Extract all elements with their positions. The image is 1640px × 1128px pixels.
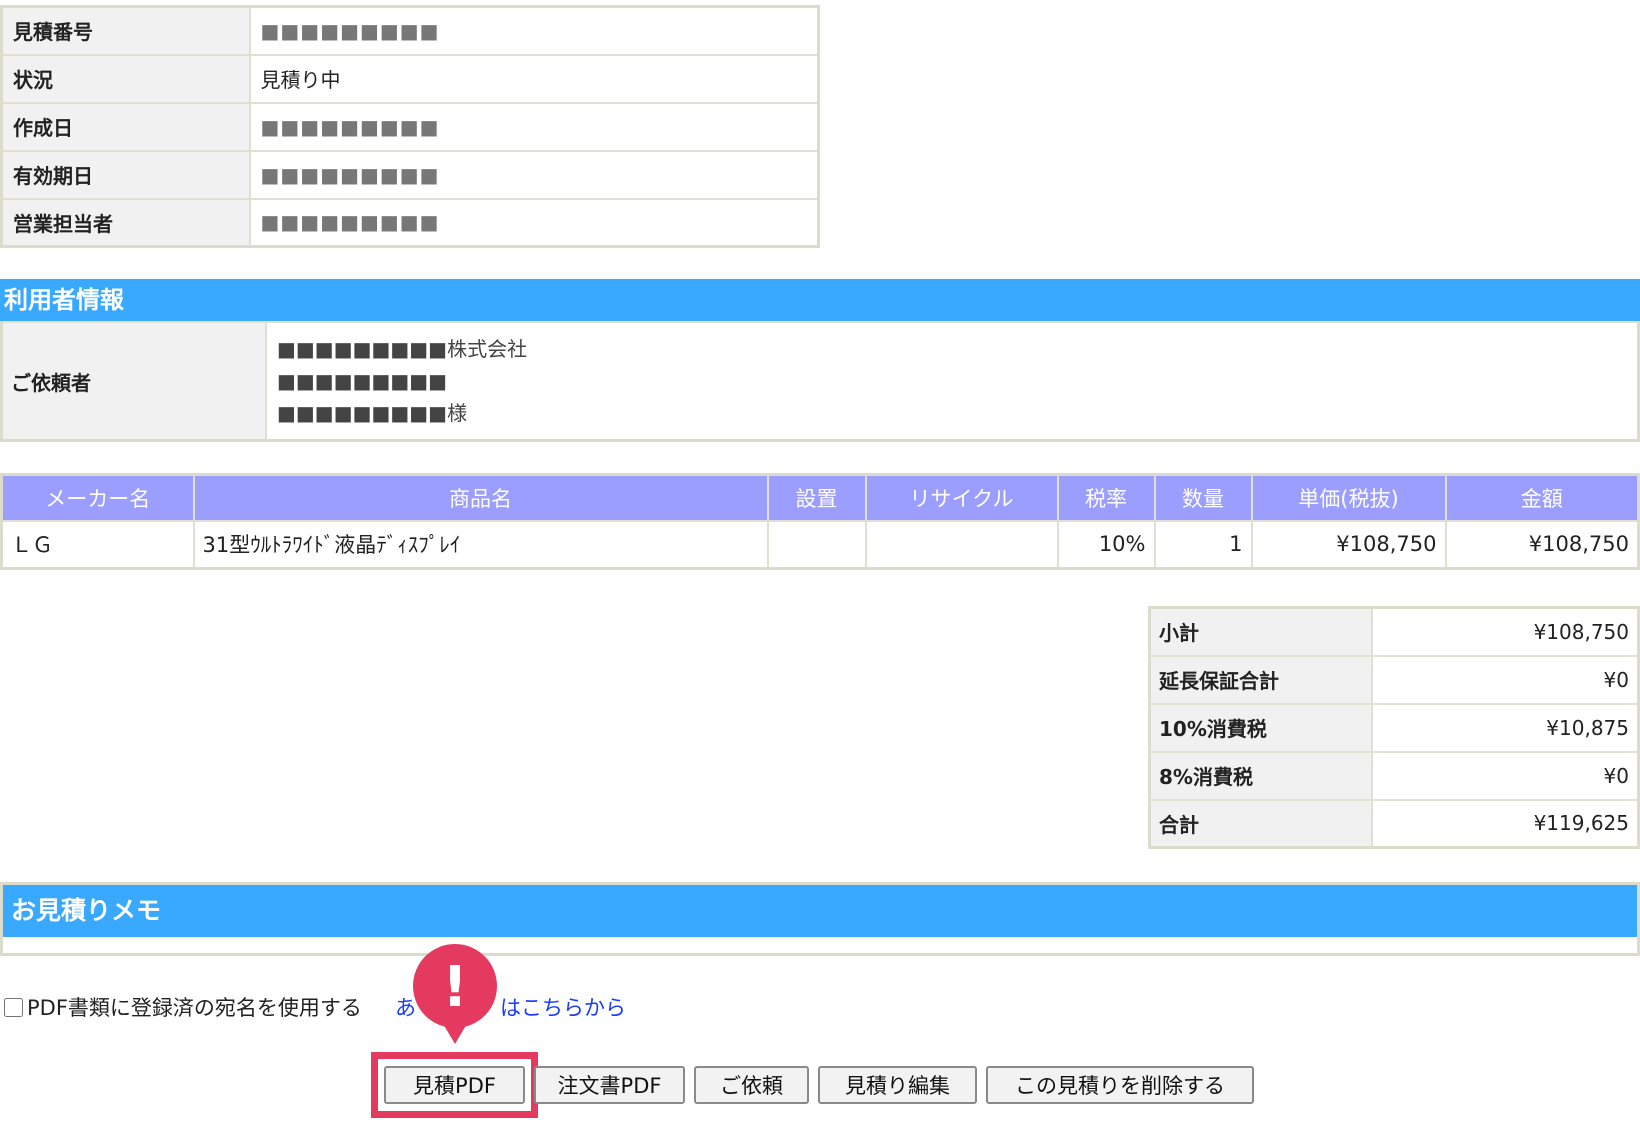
totals-label: 8%消費税 [1148, 750, 1373, 801]
info-row-created-date: 作成日 ■■■■■■■■■ [0, 101, 820, 152]
totals-label: 延長保証合計 [1148, 654, 1373, 705]
totals-value: ¥0 [1370, 654, 1640, 705]
totals-value: ¥119,625 [1370, 798, 1640, 849]
table-row: ＬＧ 31型ｳﾙﾄﾗﾜｲﾄﾞ液晶ﾃﾞｨｽﾌﾟﾚｲ 10% 1 ¥108,750 … [0, 519, 1640, 570]
info-row-sales-rep: 営業担当者 ■■■■■■■■■ [0, 197, 820, 248]
totals-value: ¥10,875 [1370, 702, 1640, 753]
col-header-product: 商品名 [192, 473, 769, 522]
totals-label: 10%消費税 [1148, 702, 1373, 753]
pdf-address-option[interactable]: PDF書類に登録済の宛名を使用する [4, 992, 362, 1022]
info-value: ■■■■■■■■■ [248, 149, 820, 200]
product-table: メーカー名 商品名 設置 リサイクル 税率 数量 単価(税抜) 金額 ＬＧ 31… [0, 473, 1640, 570]
info-value: ■■■■■■■■■ [248, 5, 820, 56]
cell-unit-price: ¥108,750 [1250, 519, 1447, 570]
section-title-user-info: 利用者情報 [0, 279, 1640, 321]
info-row-status: 状況 見積り中 [0, 53, 820, 104]
totals-label: 合計 [1148, 798, 1373, 849]
requester-label: ご依頼者 [0, 321, 267, 442]
section-title-memo: お見積りメモ [3, 885, 1637, 937]
quote-pdf-button[interactable]: 見積PDF [384, 1066, 525, 1104]
requester-row: ご依頼者 ■■■■■■■■■株式会社 ■■■■■■■■■ ■■■■■■■■■様 [0, 321, 1640, 442]
totals-label: 小計 [1148, 606, 1373, 657]
info-value: ■■■■■■■■■ [248, 197, 820, 248]
pdf-address-label: PDF書類に登録済の宛名を使用する [27, 996, 362, 1020]
requester-person: ■■■■■■■■■様 [277, 401, 468, 425]
info-label: 状況 [0, 53, 251, 104]
requester-department: ■■■■■■■■■ [277, 369, 448, 393]
requester-company: ■■■■■■■■■株式会社 [277, 337, 528, 361]
totals-value: ¥108,750 [1370, 606, 1640, 657]
info-row-quote-number: 見積番号 ■■■■■■■■■ [0, 5, 820, 56]
requester-value: ■■■■■■■■■株式会社 ■■■■■■■■■ ■■■■■■■■■様 [265, 321, 1640, 442]
col-header-tax-rate: 税率 [1056, 473, 1156, 522]
totals-table: 小計 ¥108,750 延長保証合計 ¥0 10%消費税 ¥10,875 8%消… [1148, 606, 1640, 849]
col-header-qty: 数量 [1153, 473, 1253, 522]
cell-amount: ¥108,750 [1444, 519, 1640, 570]
col-header-install: 設置 [766, 473, 867, 522]
edit-quote-button[interactable]: 見積り編集 [818, 1066, 977, 1104]
user-info-section: 利用者情報 ご依頼者 ■■■■■■■■■株式会社 ■■■■■■■■■ ■■■■■… [0, 279, 1640, 442]
info-value: ■■■■■■■■■ [248, 101, 820, 152]
info-label: 営業担当者 [0, 197, 251, 248]
cell-qty: 1 [1153, 519, 1253, 570]
totals-row-tax-10: 10%消費税 ¥10,875 [1148, 702, 1640, 753]
cell-maker: ＬＧ [0, 519, 195, 570]
info-label: 作成日 [0, 101, 251, 152]
cell-tax-rate: 10% [1056, 519, 1156, 570]
col-header-unit-price: 単価(税抜) [1250, 473, 1447, 522]
user-info-table: ご依頼者 ■■■■■■■■■株式会社 ■■■■■■■■■ ■■■■■■■■■様 [0, 321, 1640, 442]
cell-recycle [864, 519, 1059, 570]
totals-row-grand-total: 合計 ¥119,625 [1148, 798, 1640, 849]
quote-info-table: 見積番号 ■■■■■■■■■ 状況 見積り中 作成日 ■■■■■■■■■ 有効期… [0, 5, 820, 248]
cell-install [766, 519, 867, 570]
totals-row-tax-8: 8%消費税 ¥0 [1148, 750, 1640, 801]
totals-row-warranty: 延長保証合計 ¥0 [1148, 654, 1640, 705]
delete-quote-button[interactable]: この見積りを削除する [986, 1066, 1254, 1104]
info-row-expiry-date: 有効期日 ■■■■■■■■■ [0, 149, 820, 200]
product-header-row: メーカー名 商品名 設置 リサイクル 税率 数量 単価(税抜) 金額 [0, 473, 1640, 522]
col-header-maker: メーカー名 [0, 473, 195, 522]
col-header-recycle: リサイクル [864, 473, 1059, 522]
info-value: 見積り中 [248, 53, 820, 104]
col-header-amount: 金額 [1444, 473, 1640, 522]
request-button[interactable]: ご依頼 [694, 1066, 809, 1104]
quote-memo-section: お見積りメモ [0, 882, 1640, 956]
alert-mark-text: ! [442, 955, 468, 1020]
cell-product-name: 31型ｳﾙﾄﾗﾜｲﾄﾞ液晶ﾃﾞｨｽﾌﾟﾚｲ [192, 519, 769, 570]
info-label: 見積番号 [0, 5, 251, 56]
info-label: 有効期日 [0, 149, 251, 200]
pdf-address-checkbox[interactable] [4, 997, 23, 1017]
order-pdf-button[interactable]: 注文書PDF [534, 1066, 685, 1104]
alert-icon: ! [413, 944, 497, 1044]
totals-value: ¥0 [1370, 750, 1640, 801]
totals-row-subtotal: 小計 ¥108,750 [1148, 606, 1640, 657]
